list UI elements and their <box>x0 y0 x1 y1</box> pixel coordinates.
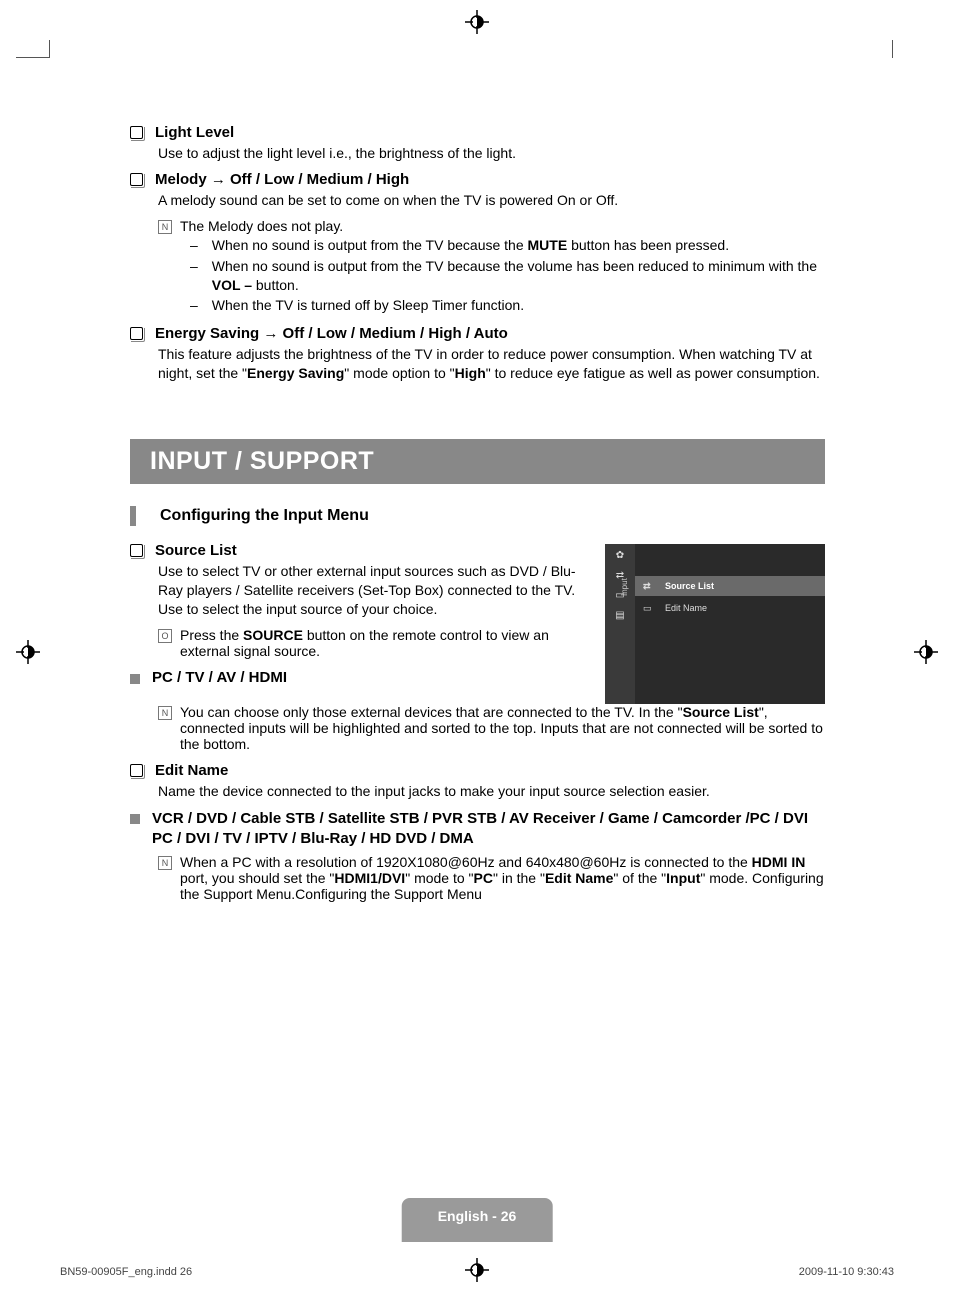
list-icon: ▤ <box>613 610 627 624</box>
registration-mark-icon <box>914 640 938 664</box>
dash-text: When no sound is output from the TV beca… <box>212 257 825 295</box>
heading-source-list: Source List <box>155 542 237 559</box>
dash-bullet-icon: – <box>190 296 198 315</box>
osd-tab-label: Input <box>620 578 629 596</box>
note-text: The Melody does not play. <box>180 218 343 234</box>
crop-mark <box>16 40 50 58</box>
square-bullet-icon <box>130 764 143 777</box>
dash-text: When the TV is turned off by Sleep Timer… <box>212 296 524 315</box>
crop-mark <box>892 40 893 58</box>
note-icon: N <box>158 706 172 720</box>
gear-icon: ✿ <box>613 550 627 564</box>
body-text: Name the device connected to the input j… <box>158 782 825 801</box>
heading-light-level: Light Level <box>155 124 234 141</box>
dash-bullet-icon: – <box>190 257 198 276</box>
square-bullet-icon <box>130 126 143 139</box>
note-text: Press the SOURCE button on the remote co… <box>180 627 589 659</box>
body-text: Use to adjust the light level i.e., the … <box>158 144 825 163</box>
section-banner: INPUT / SUPPORT <box>130 439 825 484</box>
solid-bullet-icon <box>130 814 140 824</box>
registration-mark-icon <box>465 10 489 34</box>
osd-row-label: Edit Name <box>665 603 707 613</box>
body-text: This feature adjusts the brightness of t… <box>158 345 825 383</box>
osd-sidebar: ✿ Input ⇄ ▭ ▤ <box>605 544 635 704</box>
dash-bullet-icon: – <box>190 236 198 255</box>
registration-mark-icon <box>16 640 40 664</box>
square-bullet-icon <box>130 327 143 340</box>
body-text: Use to select TV or other external input… <box>158 562 589 619</box>
subsection-title: Configuring the Input Menu <box>160 507 369 525</box>
remote-icon: O <box>158 629 172 643</box>
note-icon: N <box>158 856 172 870</box>
page-content: Light Level Use to adjust the light leve… <box>130 124 825 904</box>
subsection-bar-icon <box>130 506 136 526</box>
osd-row: ▭ Edit Name <box>635 598 825 618</box>
dash-text: When no sound is output from the TV beca… <box>212 236 729 255</box>
page-footer: English - 26 <box>402 1198 553 1242</box>
osd-row-label: Source List <box>665 581 714 591</box>
note-text: When a PC with a resolution of 1920X1080… <box>180 854 825 902</box>
note-text: You can choose only those external devic… <box>180 704 825 752</box>
osd-screenshot: ✿ Input ⇄ ▭ ▤ ⇄ Source List ▭ Edit Name <box>605 544 825 704</box>
heading-edit-name: Edit Name <box>155 762 228 779</box>
heading-energy: Energy Saving → Off / Low / Medium / Hig… <box>155 325 508 342</box>
footer-filename: BN59-00905F_eng.indd 26 <box>60 1266 192 1278</box>
heading-melody: Melody → Off / Low / Medium / High <box>155 171 409 188</box>
footer-timestamp: 2009-11-10 9:30:43 <box>799 1266 894 1278</box>
solid-bullet-icon <box>130 674 140 684</box>
heading-vcr: VCR / DVD / Cable STB / Satellite STB / … <box>152 809 825 850</box>
card-icon: ▭ <box>643 603 657 613</box>
square-bullet-icon <box>130 173 143 186</box>
plug-icon: ⇄ <box>643 581 657 591</box>
registration-mark-icon <box>465 1258 489 1282</box>
square-bullet-icon <box>130 544 143 557</box>
note-icon: N <box>158 220 172 234</box>
osd-row-selected: ⇄ Source List <box>635 576 825 596</box>
heading-pc-tv: PC / TV / AV / HDMI <box>152 669 287 686</box>
body-text: A melody sound can be set to come on whe… <box>158 191 825 210</box>
